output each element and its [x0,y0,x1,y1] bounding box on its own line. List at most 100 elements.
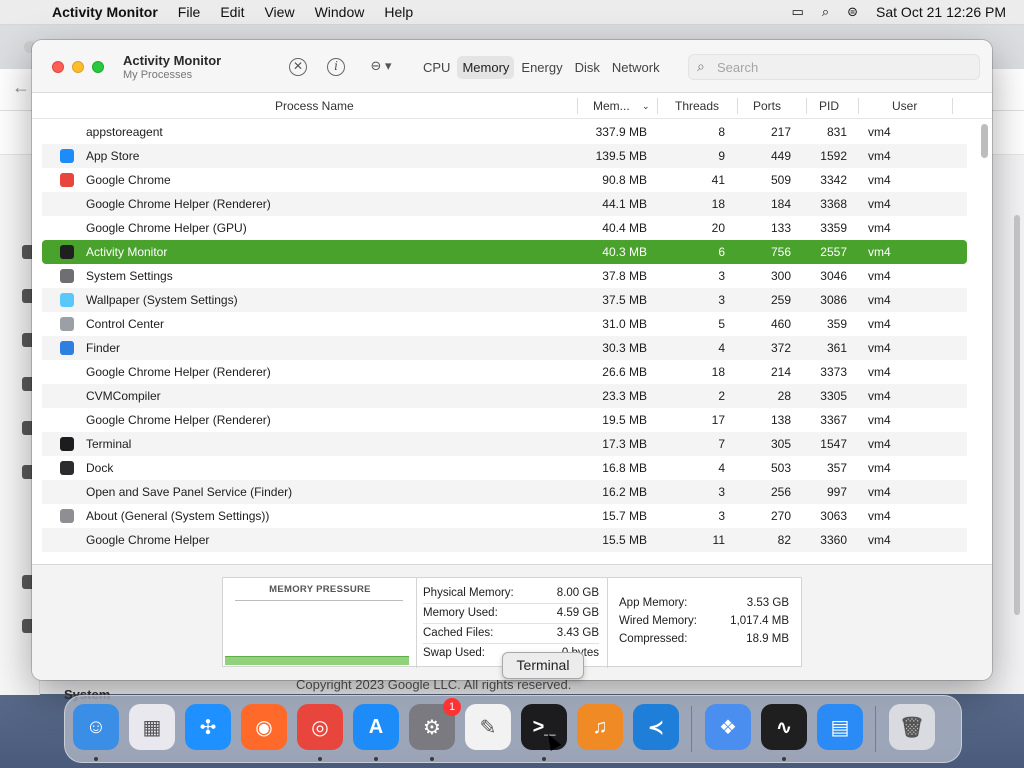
table-row[interactable]: System Settings 37.8 MB 3 300 3046 vm4 [42,264,967,288]
threads-value: 41 [711,173,725,187]
column-divider[interactable] [737,98,738,114]
column-header-memory[interactable]: Mem... [593,99,630,113]
stat-memory-used: Memory Used: 4.59 GB [423,604,599,624]
user-value: vm4 [868,413,891,427]
table-row[interactable]: Open and Save Panel Service (Finder) 16.2… [42,480,967,504]
ports-value: 503 [770,461,791,475]
vscode-icon[interactable]: ≺ [633,704,679,750]
process-name: Dock [86,461,114,475]
table-row[interactable]: App Store 139.5 MB 9 449 1592 vm4 [42,144,967,168]
menu-window[interactable]: Window [305,4,375,20]
stat-label: Cached Files: [423,627,494,639]
safari-icon[interactable]: ✣ [185,704,231,750]
table-row[interactable]: CVMCompiler 23.3 MB 2 28 3305 vm4 [42,384,967,408]
minimize-button[interactable] [72,61,84,73]
screen-mirroring-icon[interactable]: ▭ [792,4,804,20]
tab-network[interactable]: Network [607,56,665,79]
stop-process-icon[interactable]: ✕ [289,58,307,76]
search-input[interactable] [717,58,967,76]
system-settings-icon[interactable]: ⚙ 1 [409,698,461,750]
column-header-process-name[interactable]: Process Name [275,99,354,113]
memory-value: 37.8 MB [602,269,647,283]
table-row[interactable]: Google Chrome Helper (Renderer) 44.1 MB 18… [42,192,967,216]
traffic-lights [52,61,104,73]
tab-energy[interactable]: Energy [516,56,567,79]
back-arrow-icon[interactable]: ← [12,77,30,98]
menu-edit[interactable]: Edit [210,4,254,20]
table-row[interactable]: appstoreagent 337.9 MB 8 217 831 vm4 [42,120,967,144]
memory-value: 15.7 MB [602,509,647,523]
table-row[interactable]: Activity Monitor 40.3 MB 6 756 2557 vm4 [42,240,967,264]
tab-disk[interactable]: Disk [570,56,605,79]
firefox-icon[interactable]: ◉ [241,704,287,750]
process-name: Google Chrome Helper [86,533,210,547]
column-header-threads[interactable]: Threads [675,99,719,113]
column-divider[interactable] [657,98,658,114]
column-header-pid[interactable]: PID [819,99,839,113]
search-icon[interactable]: ⌕ [822,4,829,20]
chrome-icon[interactable]: ◎ [297,704,343,750]
column-header-user[interactable]: User [892,99,917,113]
menu-file[interactable]: File [168,4,211,20]
memory-value: 17.3 MB [602,437,647,451]
activity-monitor-icon[interactable]: ∿ [761,704,807,750]
textedit-icon[interactable]: ✎ [465,704,511,750]
column-divider[interactable] [952,98,953,114]
search-field[interactable]: ⌕ [688,54,980,80]
table-row[interactable]: Google Chrome Helper 15.5 MB 11 82 3360 vm4 [42,528,967,552]
finder-icon[interactable]: ☺ [73,704,119,750]
table-row[interactable]: Google Chrome Helper (Renderer) 26.6 MB 18… [42,360,967,384]
threads-value: 4 [718,461,725,475]
ports-value: 184 [770,197,791,211]
process-name: Finder [86,341,121,355]
table-row[interactable]: Google Chrome Helper (Renderer) 19.5 MB 17… [42,408,967,432]
garageband-icon[interactable]: ♫ [577,704,623,750]
column-divider[interactable] [577,98,578,114]
threads-value: 18 [711,365,725,379]
menu-app-name[interactable]: Activity Monitor [44,4,168,20]
menu-clock[interactable]: Sat Oct 21 12:26 PM [876,4,1006,20]
table-row[interactable]: Control Center 31.0 MB 5 460 359 vm4 [42,312,967,336]
table-row[interactable]: Finder 30.3 MB 4 372 361 vm4 [42,336,967,360]
chrome-icon [60,173,74,187]
stat-value: 18.9 MB [746,633,789,645]
table-row[interactable]: Dock 16.8 MB 4 503 357 vm4 [42,456,967,480]
table-row[interactable]: About (General (System Settings)) 15.7 MB… [42,504,967,528]
ports-value: 28 [777,389,791,403]
app-store-icon[interactable]: A [353,704,399,750]
info-icon[interactable]: i [327,58,345,76]
scrollbar-thumb[interactable] [981,124,988,158]
zoom-button[interactable] [92,61,104,73]
close-button[interactable] [52,61,64,73]
pid-value: 359 [826,317,847,331]
threads-value: 3 [718,293,725,307]
more-actions-icon[interactable]: ⊖ ▾ [366,58,396,76]
ports-value: 133 [770,221,791,235]
memory-pressure-label: MEMORY PRESSURE [269,584,371,595]
table-row[interactable]: Google Chrome Helper (GPU) 40.4 MB 20 133 33… [42,216,967,240]
column-divider[interactable] [858,98,859,114]
launchpad-icon[interactable]: ▦ [129,704,175,750]
memory-value: 139.5 MB [595,149,647,163]
table-row[interactable]: Terminal 17.3 MB 7 305 1547 vm4 [42,432,967,456]
control-center-icon[interactable]: ⊜ [847,4,858,20]
table-row[interactable]: Wallpaper (System Settings) 37.5 MB 3 259 30… [42,288,967,312]
tab-memory[interactable]: Memory [457,55,515,79]
table-row[interactable]: Google Chrome 90.8 MB 41 509 3342 vm4 [42,168,967,192]
column-divider[interactable] [806,98,807,114]
trash-icon[interactable]: 🗑 [889,704,935,750]
table-scrollbar[interactable] [980,120,988,564]
memory-value: 31.0 MB [602,317,647,331]
tab-cpu[interactable]: CPU [418,56,455,79]
pid-value: 3342 [820,173,847,187]
browser-scrollbar[interactable] [1014,215,1020,615]
menu-help[interactable]: Help [374,4,423,20]
keynote-icon[interactable]: ▤ [817,704,863,750]
ports-value: 214 [770,365,791,379]
menu-view[interactable]: View [254,4,304,20]
memory-value: 44.1 MB [602,197,647,211]
column-header-ports[interactable]: Ports [753,99,781,113]
control-center-icon[interactable]: ❖ [705,704,751,750]
memory-value: 40.4 MB [602,221,647,235]
pid-value: 357 [826,461,847,475]
